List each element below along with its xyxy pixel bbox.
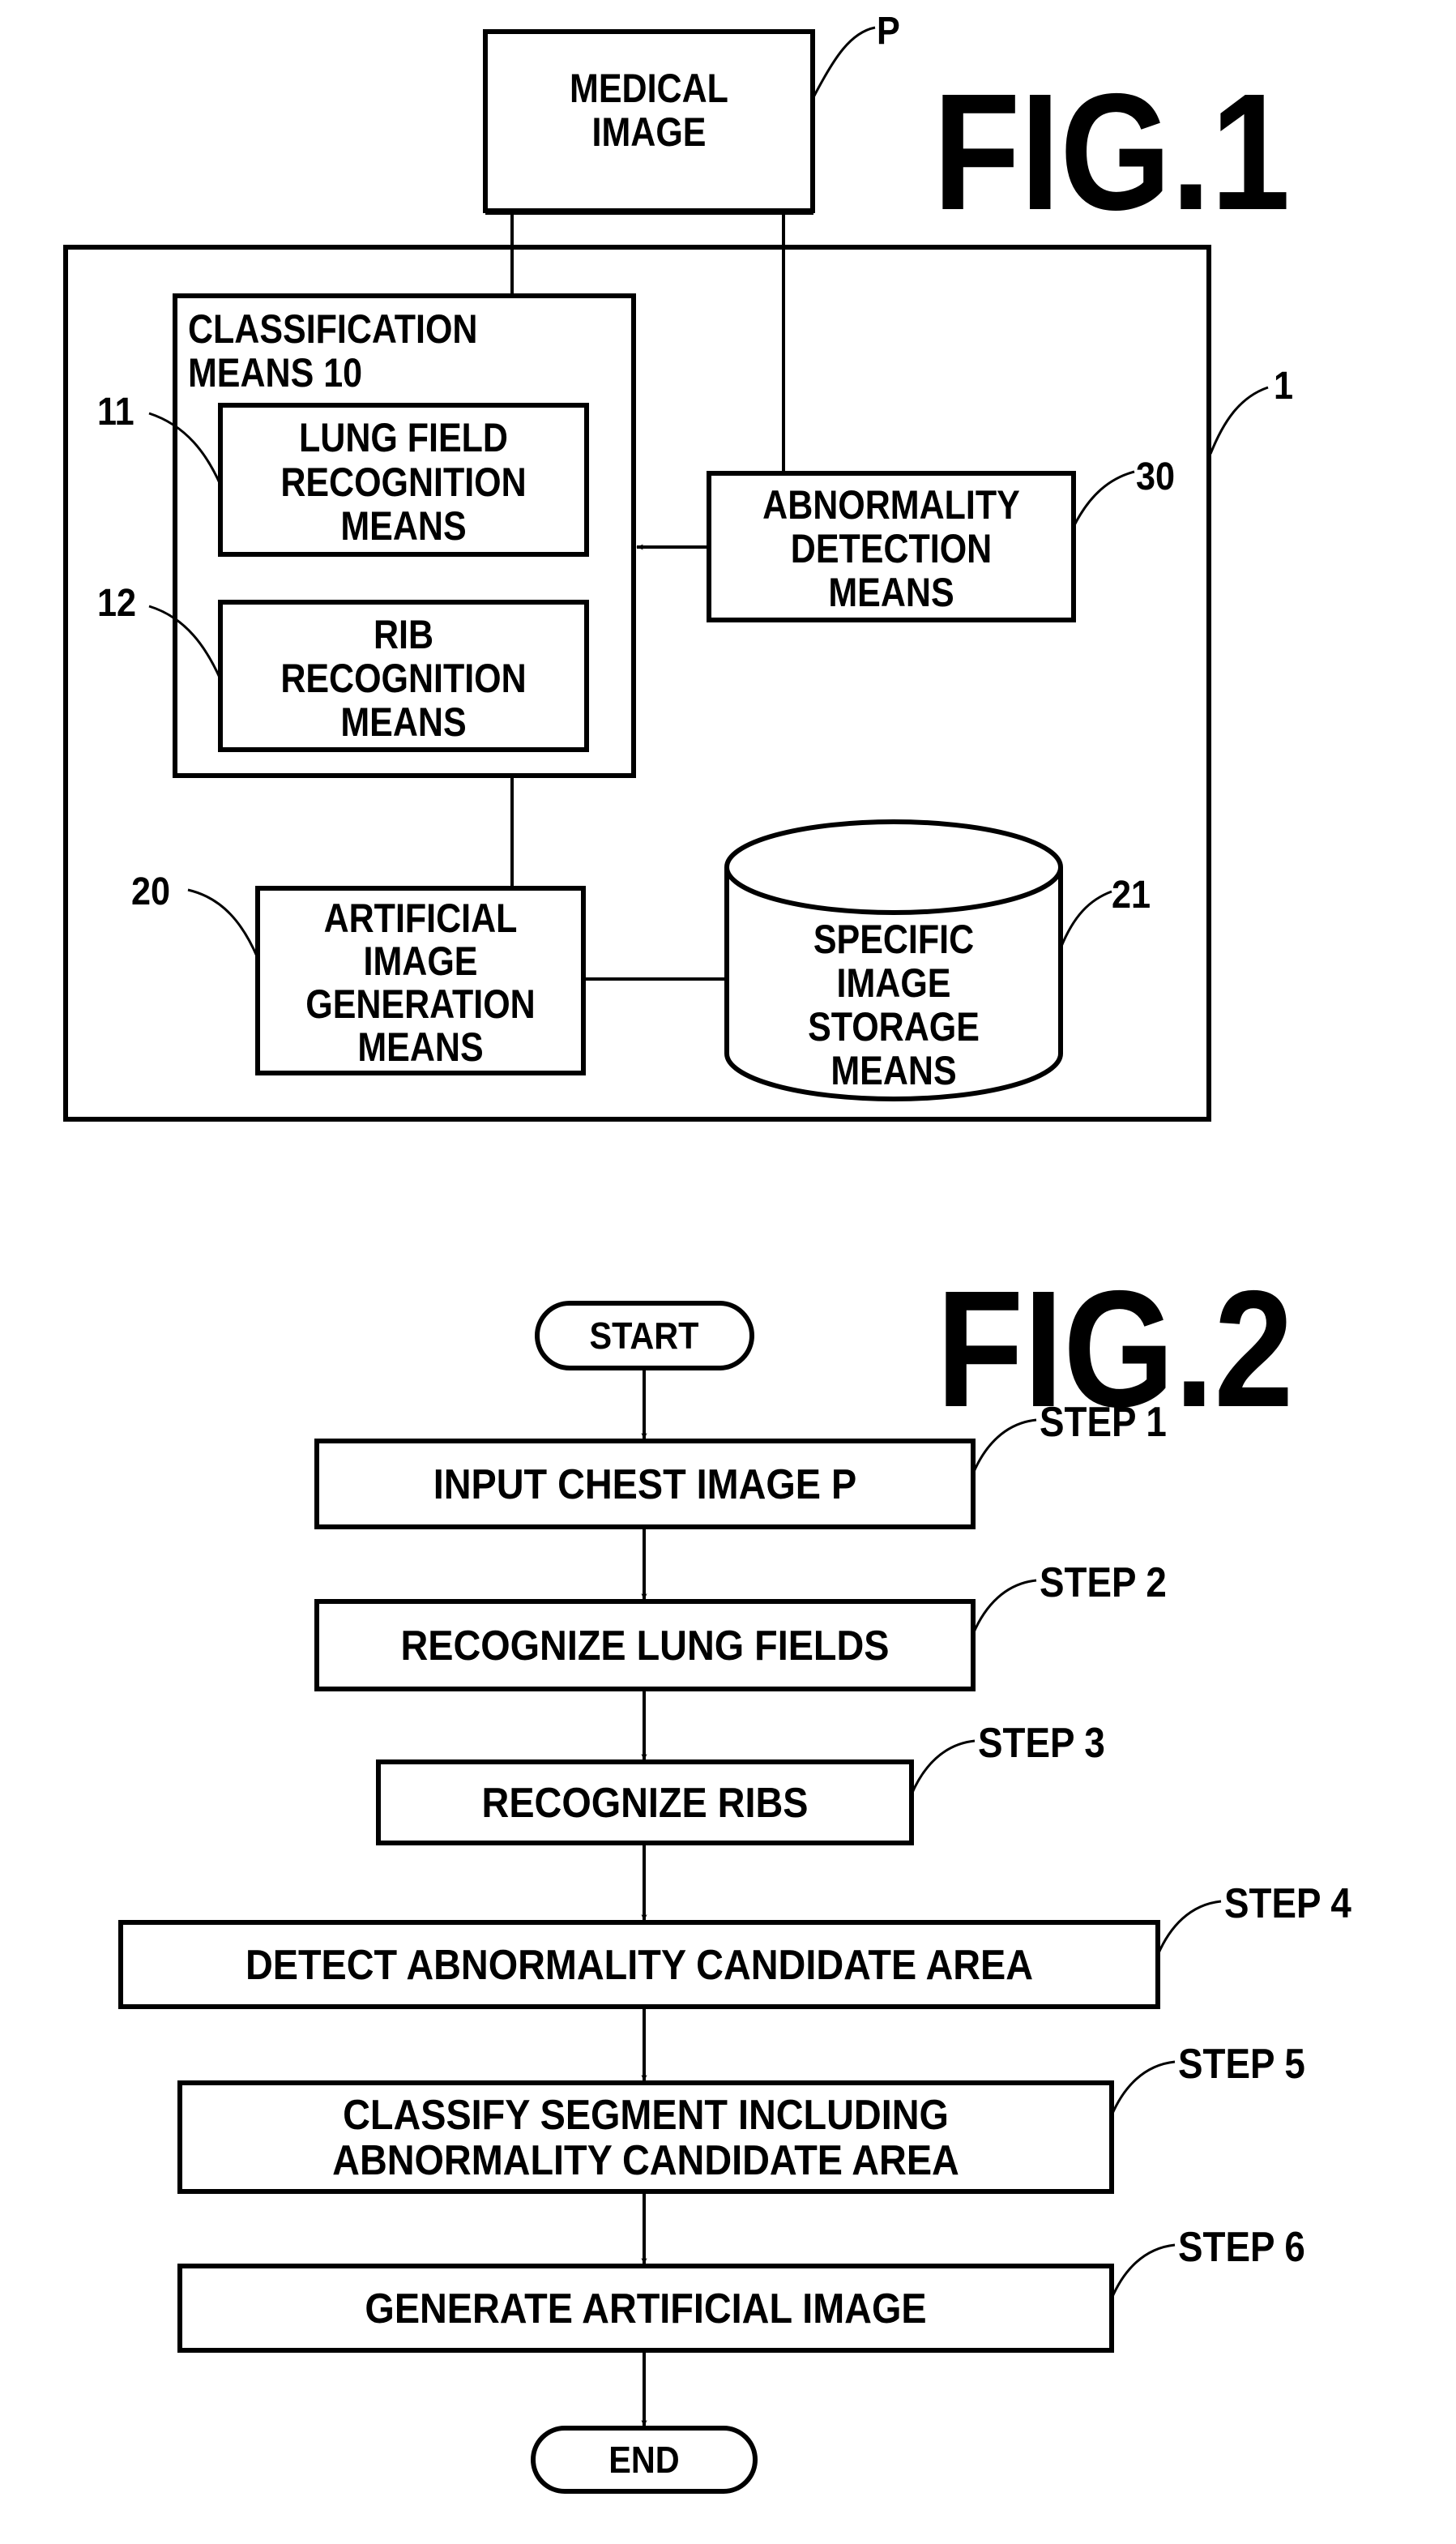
step-1-box: INPUT CHEST IMAGE P STEP 1: [314, 1399, 1167, 1529]
ref-label-1: 1: [1274, 364, 1293, 408]
storage-line-4: MEANS: [830, 1048, 956, 1093]
leader-1: [1209, 386, 1269, 455]
artificial-image-generation-box: ARTIFICIAL IMAGE GENERATION MEANS: [255, 886, 586, 1075]
step-1-label: STEP 1: [1040, 1399, 1167, 1445]
step-6-box: GENERATE ARTIFICIAL IMAGE STEP 6: [177, 2224, 1305, 2353]
artificial-line-4: MEANS: [357, 1024, 483, 1070]
step-5-box: CLASSIFY SEGMENT INCLUDINGABNORMALITY CA…: [177, 2041, 1305, 2194]
ref-label-21: 21: [1112, 873, 1151, 917]
step-3-box: RECOGNIZE RIBS STEP 3: [376, 1720, 1105, 1845]
specific-image-storage-cylinder: SPECIFIC IMAGE STORAGE MEANS: [724, 819, 1063, 1101]
lung-field-line-2: RECOGNITION: [280, 460, 526, 505]
medical-image-line-2: IMAGE: [592, 109, 707, 155]
abnormality-line-2: DETECTION: [791, 526, 992, 571]
storage-line-2: IMAGE: [837, 960, 951, 1006]
medical-image-line-1: MEDICAL: [570, 66, 728, 111]
abnormality-line-1: ABNORMALITY: [762, 482, 1020, 528]
ref-label-12: 12: [97, 581, 136, 625]
leader-p: [812, 26, 876, 98]
classification-line-2: MEANS 10: [188, 350, 362, 395]
step-2-label: STEP 2: [1040, 1559, 1167, 1605]
artificial-line-1: ARTIFICIAL: [324, 896, 518, 941]
fig1-title: FIG.1: [933, 59, 1291, 245]
leader-20: [187, 888, 259, 959]
step-6-label: STEP 6: [1178, 2224, 1305, 2270]
step-4-label: STEP 4: [1224, 1880, 1351, 1926]
ref-label-11: 11: [97, 390, 134, 434]
medical-image-box: MEDICAL IMAGE: [483, 29, 815, 215]
classification-line-1: CLASSIFICATION: [188, 306, 477, 352]
step-5-label: STEP 5: [1178, 2041, 1305, 2087]
step-6-text-line-1: GENERATE ARTIFICIAL IMAGE: [365, 2285, 926, 2332]
step-4-box: DETECT ABNORMALITY CANDIDATE AREA STEP 4: [118, 1880, 1351, 2009]
ref-label-p: P: [877, 9, 900, 53]
abnormality-detection-box: ABNORMALITY DETECTION MEANS: [707, 471, 1076, 622]
patent-drawing-sheet: FIG.1 MEDICAL IMAGE P 1 CLASSIFICATION M…: [63, 9, 1351, 2494]
figure-2: FIG.2 START END INPUT CHEST IMAGE PSTEP …: [118, 1256, 1351, 2494]
step-3-label: STEP 3: [978, 1720, 1105, 1766]
storage-line-1: SPECIFIC: [813, 917, 974, 962]
leader-30: [1072, 470, 1135, 528]
step-6-leader: [1110, 2243, 1176, 2299]
artificial-line-2: IMAGE: [364, 939, 478, 984]
flow-steps: INPUT CHEST IMAGE P STEP 1 RECOGNIZE LUNG …: [118, 1368, 1351, 2427]
ref-label-20: 20: [131, 870, 170, 913]
step-3-text-line-1: RECOGNIZE RIBS: [482, 1780, 809, 1827]
start-terminator: START: [535, 1301, 754, 1370]
end-terminator: END: [531, 2426, 758, 2494]
step-5-text-line-1: CLASSIFY SEGMENT INCLUDING: [343, 2092, 949, 2139]
step-2-text-line-1: RECOGNIZE LUNG FIELDS: [400, 1623, 889, 1670]
step-5-text-line-2: ABNORMALITY CANDIDATE AREA: [332, 2137, 959, 2184]
rib-line-1: RIB: [374, 612, 433, 657]
rib-recognition-box: RIB RECOGNITION MEANS: [218, 600, 589, 752]
start-label: START: [590, 1315, 699, 1358]
step-2-leader: [971, 1579, 1037, 1635]
step-2-box: RECOGNIZE LUNG FIELDS STEP 2: [314, 1559, 1167, 1691]
leader-21: [1059, 890, 1112, 949]
end-label: END: [608, 2439, 679, 2482]
lung-field-line-1: LUNG FIELD: [299, 415, 508, 460]
rib-line-3: MEANS: [340, 699, 466, 745]
ref-label-30: 30: [1136, 455, 1175, 498]
storage-line-3: STORAGE: [808, 1004, 980, 1050]
step-4-text-line-1: DETECT ABNORMALITY CANDIDATE AREA: [246, 1942, 1033, 1989]
step-1-text-line-1: INPUT CHEST IMAGE P: [433, 1461, 856, 1508]
lung-field-recognition-box: LUNG FIELD RECOGNITION MEANS: [218, 403, 589, 557]
step-5-leader: [1110, 2060, 1176, 2116]
figure-1: FIG.1 MEDICAL IMAGE P 1 CLASSIFICATION M…: [63, 9, 1293, 1122]
step-3-leader: [910, 1739, 976, 1795]
lung-field-line-3: MEANS: [340, 503, 466, 549]
abnormality-line-3: MEANS: [828, 570, 954, 615]
rib-line-2: RECOGNITION: [280, 656, 526, 701]
artificial-line-3: GENERATION: [305, 981, 535, 1027]
step-4-leader: [1156, 1900, 1222, 1956]
